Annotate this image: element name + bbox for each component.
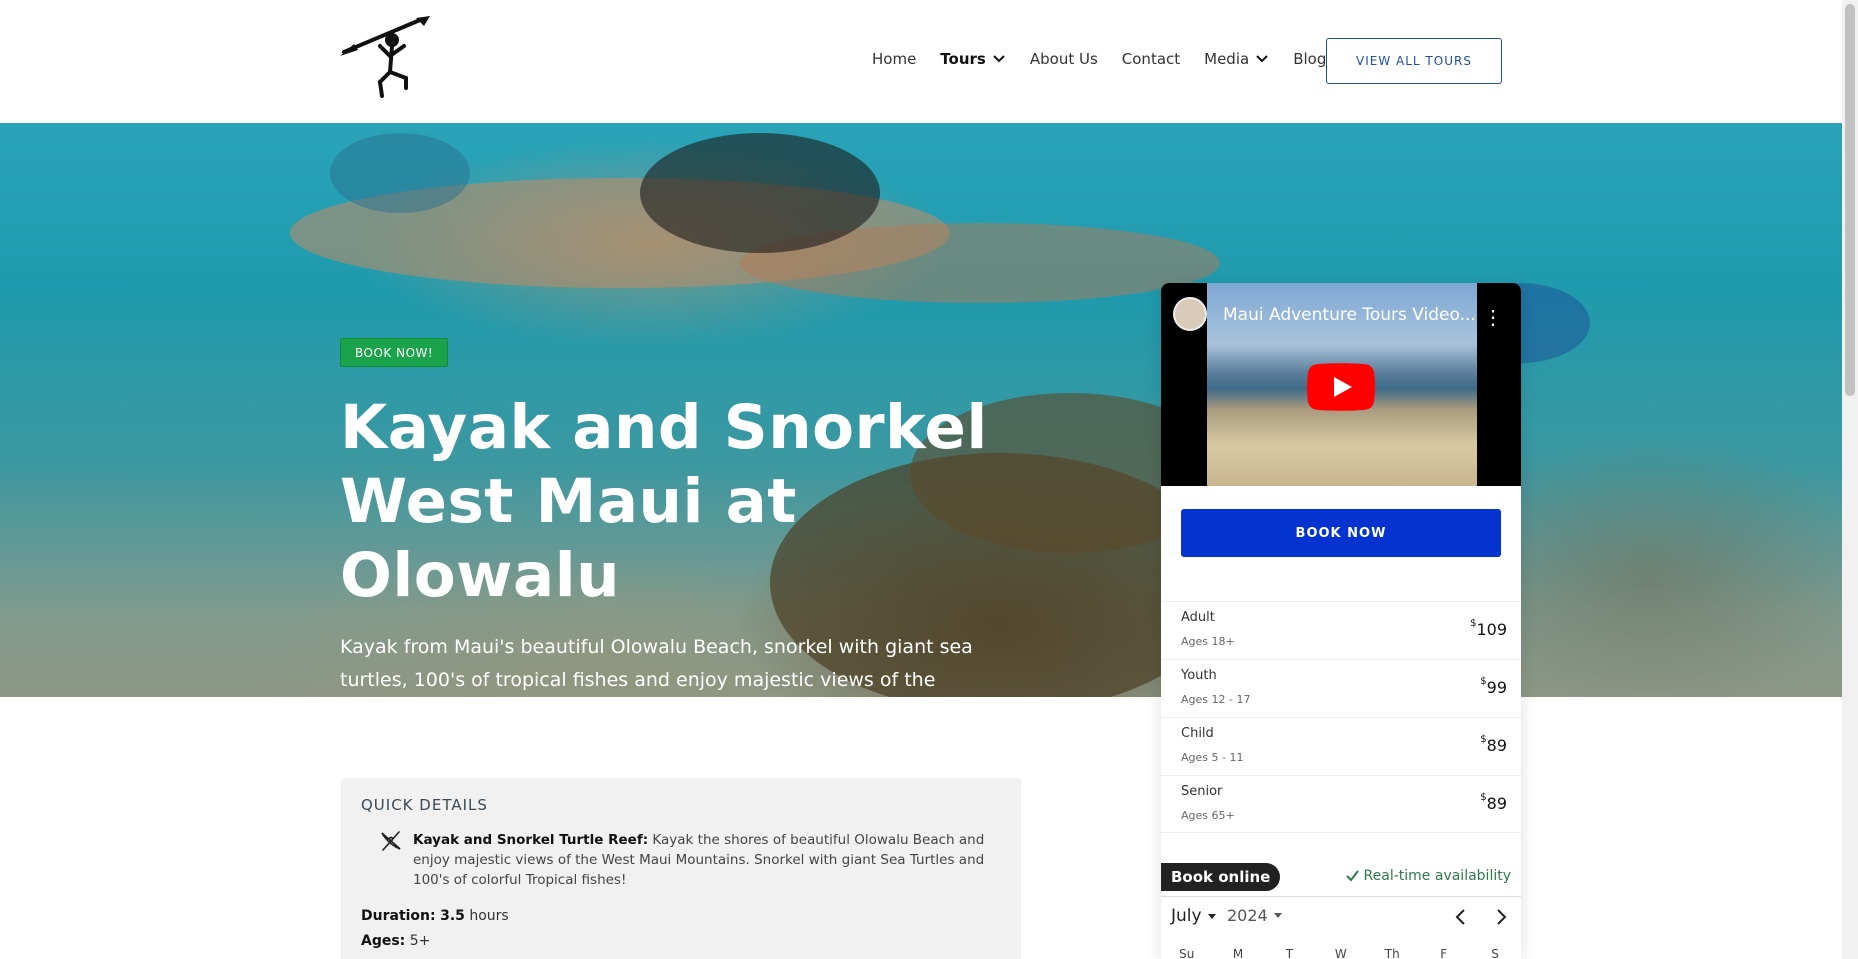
realtime-label: Real-time availability [1363,868,1511,884]
price-ages: Ages 65+ [1181,809,1235,822]
site-header: Home Tours About Us Contact Media Blog V… [0,0,1842,123]
price-ages: Ages 18+ [1181,635,1235,648]
currency-symbol: $ [1480,734,1487,745]
duration-line: Duration: 3.5 hours [361,908,509,924]
currency-symbol: $ [1480,676,1487,687]
price-row-senior: Senior Ages 65+ $89 [1161,775,1521,833]
weekday-label: F [1440,947,1448,959]
price-amount: 99 [1486,678,1507,697]
ages-label: Ages: [361,933,406,949]
price-name: Child [1181,726,1214,741]
month-label: July [1171,906,1202,926]
month-select[interactable]: July [1171,906,1216,926]
price-row-child: Child Ages 5 - 11 $89 [1161,717,1521,775]
price-value: $89 [1480,734,1507,755]
currency-symbol: $ [1480,792,1487,803]
price-ages: Ages 12 - 17 [1181,693,1251,706]
duration-value: 3.5 [440,908,465,924]
weekday-label: Su [1179,947,1195,959]
duration-label: Duration: [361,908,436,924]
price-row-youth: Youth Ages 12 - 17 $99 [1161,659,1521,717]
weekday-label: W [1334,947,1347,959]
weekday-label: M [1232,947,1244,959]
nav-home[interactable]: Home [872,50,916,68]
chevron-left-icon[interactable] [1451,907,1471,927]
chevron-down-icon [1256,55,1268,63]
nav-media-label: Media [1204,50,1250,68]
price-ages: Ages 5 - 11 [1181,751,1244,764]
kayaker-logo-icon[interactable] [340,16,430,102]
price-amount: 109 [1476,620,1507,639]
book-now-badge[interactable]: BOOK NOW! [340,338,449,367]
more-vert-icon[interactable]: ⋮ [1483,305,1503,330]
book-online-tag: Book online [1161,863,1281,891]
chevron-right-icon[interactable] [1491,907,1511,927]
video-title[interactable]: Maui Adventure Tours Video... [1223,305,1483,325]
view-all-tours-button[interactable]: VIEW ALL TOURS [1326,38,1502,84]
ages-line: Ages: 5+ [361,933,430,949]
nav-about-label: About Us [1029,50,1098,68]
youtube-play-icon[interactable] [1307,363,1375,411]
price-name: Senior [1181,784,1223,799]
duration-unit: hours [469,908,509,924]
nav-contact-label: Contact [1121,50,1181,68]
nav-blog[interactable]: Blog [1293,50,1326,68]
divider [1161,896,1521,897]
quick-details-title: QUICK DETAILS [361,796,488,814]
scrollbar-thumb[interactable] [1845,4,1855,396]
nav-contact[interactable]: Contact [1122,50,1180,68]
nav-media[interactable]: Media [1204,50,1269,68]
kayak-icon [381,831,401,851]
weekday-label: S [1491,947,1499,959]
hero-banner: BOOK NOW! Kayak and Snorkel West Maui at… [0,123,1842,697]
nav-tours-label: Tours [940,50,986,68]
price-amount: 89 [1486,736,1507,755]
year-label: 2024 [1227,906,1268,925]
tour-name: Kayak and Snorkel Turtle Reef: [413,832,649,848]
price-row-adult: Adult Ages 18+ $109 [1161,601,1521,659]
weekday-label: Th [1384,947,1400,959]
price-value: $99 [1480,676,1507,697]
booking-widget: Maui Adventure Tours Video... ⋮ BOOK NOW… [1161,283,1521,959]
hero-title: Kayak and Snorkel West Maui at Olowalu [340,392,988,611]
youtube-video-embed[interactable]: Maui Adventure Tours Video... ⋮ [1161,283,1521,486]
ages-value: 5+ [409,933,431,949]
chevron-down-icon [993,55,1005,63]
nav-blog-label: Blog [1293,50,1327,68]
caret-down-icon [1273,913,1282,918]
nav-home-label: Home [872,50,917,68]
tour-description: Kayak and Snorkel Turtle Reef: Kayak the… [413,830,1003,890]
price-name: Adult [1181,610,1215,625]
channel-avatar[interactable] [1173,297,1207,331]
hero-subtitle: Kayak from Maui's beautiful Olowalu Beac… [340,636,973,691]
realtime-availability: Real-time availability [1345,868,1511,884]
weekday-header: Su M T W Th F S [1161,947,1521,959]
weekday-label: T [1285,947,1294,959]
currency-symbol: $ [1470,618,1477,629]
price-value: $89 [1480,792,1507,813]
main-nav: Home Tours About Us Contact Media Blog [872,50,1326,68]
year-select[interactable]: 2024 [1227,906,1282,925]
nav-tours[interactable]: Tours [940,50,1006,68]
price-value: $109 [1470,618,1507,639]
page: Home Tours About Us Contact Media Blog V… [0,0,1858,959]
price-list: Adult Ages 18+ $109 Youth Ages 12 - 17 $… [1161,601,1521,833]
price-name: Youth [1181,668,1217,683]
checkmark-icon [1345,870,1359,882]
book-now-button[interactable]: BOOK NOW [1181,509,1501,557]
price-amount: 89 [1486,794,1507,813]
nav-about[interactable]: About Us [1030,50,1098,68]
quick-details-panel: QUICK DETAILS Kayak and Snorkel Turtle R… [341,778,1021,959]
caret-down-icon [1207,913,1216,919]
page-scrollbar[interactable] [1842,0,1858,959]
